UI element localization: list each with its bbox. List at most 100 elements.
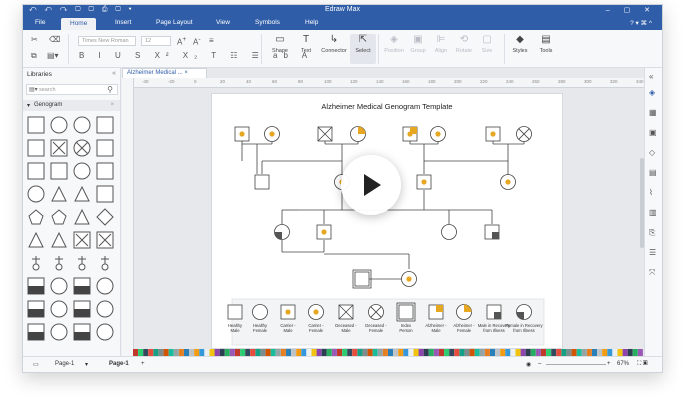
male-symbol[interactable] xyxy=(398,304,414,320)
recovery-quadrant[interactable] xyxy=(492,232,499,239)
female-symbol[interactable] xyxy=(441,224,457,240)
palette-swatch[interactable] xyxy=(316,349,322,356)
palette-swatch[interactable] xyxy=(484,349,490,356)
palette-swatch[interactable] xyxy=(347,349,353,356)
library-shape[interactable] xyxy=(27,208,45,226)
search-icon[interactable]: ⚲ xyxy=(107,85,113,94)
library-shape[interactable] xyxy=(73,162,91,180)
text-button[interactable]: T Text xyxy=(293,34,319,54)
palette-swatch[interactable] xyxy=(194,349,200,356)
genogram-diagram[interactable]: Healthy MaleHealthy FemaleCarrier -MaleCar… xyxy=(212,94,564,350)
palette-swatch[interactable] xyxy=(510,349,516,356)
palette-swatch[interactable] xyxy=(352,349,358,356)
palette-swatch[interactable] xyxy=(525,349,531,356)
library-shape[interactable] xyxy=(50,323,68,341)
palette-swatch[interactable] xyxy=(622,349,628,356)
palette-swatch[interactable] xyxy=(357,349,363,356)
palette-swatch[interactable] xyxy=(255,349,261,356)
library-shape[interactable] xyxy=(96,208,114,226)
page-layout-icon[interactable]: ▭ xyxy=(33,361,39,368)
palette-swatch[interactable] xyxy=(500,349,506,356)
palette-swatch[interactable] xyxy=(627,349,633,356)
library-shape[interactable] xyxy=(96,116,114,134)
palette-swatch[interactable] xyxy=(362,349,368,356)
palette-swatch[interactable] xyxy=(479,349,485,356)
palette-swatch[interactable] xyxy=(250,349,256,356)
palette-swatch[interactable] xyxy=(530,349,536,356)
tab-page-layout[interactable]: Page Layout xyxy=(156,19,193,26)
tab-file[interactable]: File xyxy=(35,19,45,26)
palette-swatch[interactable] xyxy=(235,349,240,356)
library-shape[interactable] xyxy=(50,139,68,157)
menu-right-controls[interactable]: ? ▾ ⌘ ^ xyxy=(630,19,652,27)
palette-swatch[interactable] xyxy=(133,349,138,356)
palette-swatch[interactable] xyxy=(388,349,393,356)
library-shape[interactable] xyxy=(73,208,91,226)
palette-swatch[interactable] xyxy=(173,349,179,356)
library-shape[interactable] xyxy=(27,277,45,295)
add-page-button[interactable]: + xyxy=(141,361,145,367)
palette-swatch[interactable] xyxy=(581,349,587,356)
library-shape[interactable] xyxy=(73,300,91,318)
palette-swatch[interactable] xyxy=(617,349,623,356)
palette-swatch[interactable] xyxy=(306,349,312,356)
library-shape[interactable] xyxy=(27,162,45,180)
palette-swatch[interactable] xyxy=(607,349,613,356)
color-palette[interactable] xyxy=(133,349,645,356)
palette-swatch[interactable] xyxy=(286,349,291,356)
align-text-icon[interactable]: ≡ xyxy=(209,36,214,45)
library-shape[interactable] xyxy=(73,139,91,157)
carrier-dot[interactable] xyxy=(285,309,291,315)
library-shape[interactable] xyxy=(27,185,45,203)
palette-swatch[interactable] xyxy=(433,349,439,356)
layers-icon[interactable]: ◇ xyxy=(649,148,655,157)
drawing-page[interactable]: Alzheimer Medical Genogram Template Heal… xyxy=(211,93,563,349)
tools-button[interactable]: ▤ Tools xyxy=(533,34,559,54)
palette-swatch[interactable] xyxy=(439,349,444,356)
palette-swatch[interactable] xyxy=(597,349,603,356)
palette-swatch[interactable] xyxy=(275,349,281,356)
male-symbol[interactable] xyxy=(354,271,370,287)
palette-swatch[interactable] xyxy=(204,349,210,356)
library-group-genogram[interactable]: ▾ Genogram × xyxy=(23,100,120,111)
palette-swatch[interactable] xyxy=(138,349,144,356)
palette-swatch[interactable] xyxy=(551,349,557,356)
cut-icon[interactable]: ✂ xyxy=(31,35,38,44)
font-family-select[interactable]: Times New Roman xyxy=(78,36,136,46)
library-shape[interactable] xyxy=(73,185,91,203)
palette-swatch[interactable] xyxy=(556,349,562,356)
carrier-dot[interactable] xyxy=(421,179,427,185)
palette-swatch[interactable] xyxy=(189,349,195,356)
carrier-dot[interactable] xyxy=(490,131,496,137)
palette-swatch[interactable] xyxy=(229,349,235,356)
library-shape[interactable] xyxy=(96,254,114,272)
select-button[interactable]: ⇱ Select xyxy=(350,34,376,64)
palette-swatch[interactable] xyxy=(469,349,475,356)
palette-swatch[interactable] xyxy=(382,349,388,356)
library-shape[interactable] xyxy=(73,254,91,272)
palette-swatch[interactable] xyxy=(413,349,419,356)
library-shape[interactable] xyxy=(96,323,114,341)
library-shape[interactable] xyxy=(96,231,114,249)
palette-swatch[interactable] xyxy=(423,349,429,356)
paste-icon[interactable]: ▤▾ xyxy=(47,51,59,60)
connector-button[interactable]: ↳ Connector xyxy=(319,34,349,54)
palette-swatch[interactable] xyxy=(326,349,332,356)
chevron-down-icon[interactable]: ▾ xyxy=(85,361,88,368)
palette-swatch[interactable] xyxy=(541,349,546,356)
library-shape[interactable] xyxy=(50,116,68,134)
palette-swatch[interactable] xyxy=(224,349,230,356)
fill-icon[interactable]: ◈ xyxy=(649,88,655,97)
size-button[interactable]: ▢ Size xyxy=(474,34,500,54)
palette-swatch[interactable] xyxy=(515,349,521,356)
palette-swatch[interactable] xyxy=(214,349,220,356)
library-shape[interactable] xyxy=(50,277,68,295)
palette-swatch[interactable] xyxy=(331,349,337,356)
table-icon[interactable]: ▥ xyxy=(649,208,657,217)
palette-swatch[interactable] xyxy=(428,349,434,356)
male-symbol[interactable] xyxy=(227,304,243,320)
window-controls[interactable]: – ▢ ✕ xyxy=(606,6,656,14)
palette-swatch[interactable] xyxy=(474,349,480,356)
palette-swatch[interactable] xyxy=(178,349,184,356)
play-mode-icon[interactable]: ◉ xyxy=(526,361,531,368)
